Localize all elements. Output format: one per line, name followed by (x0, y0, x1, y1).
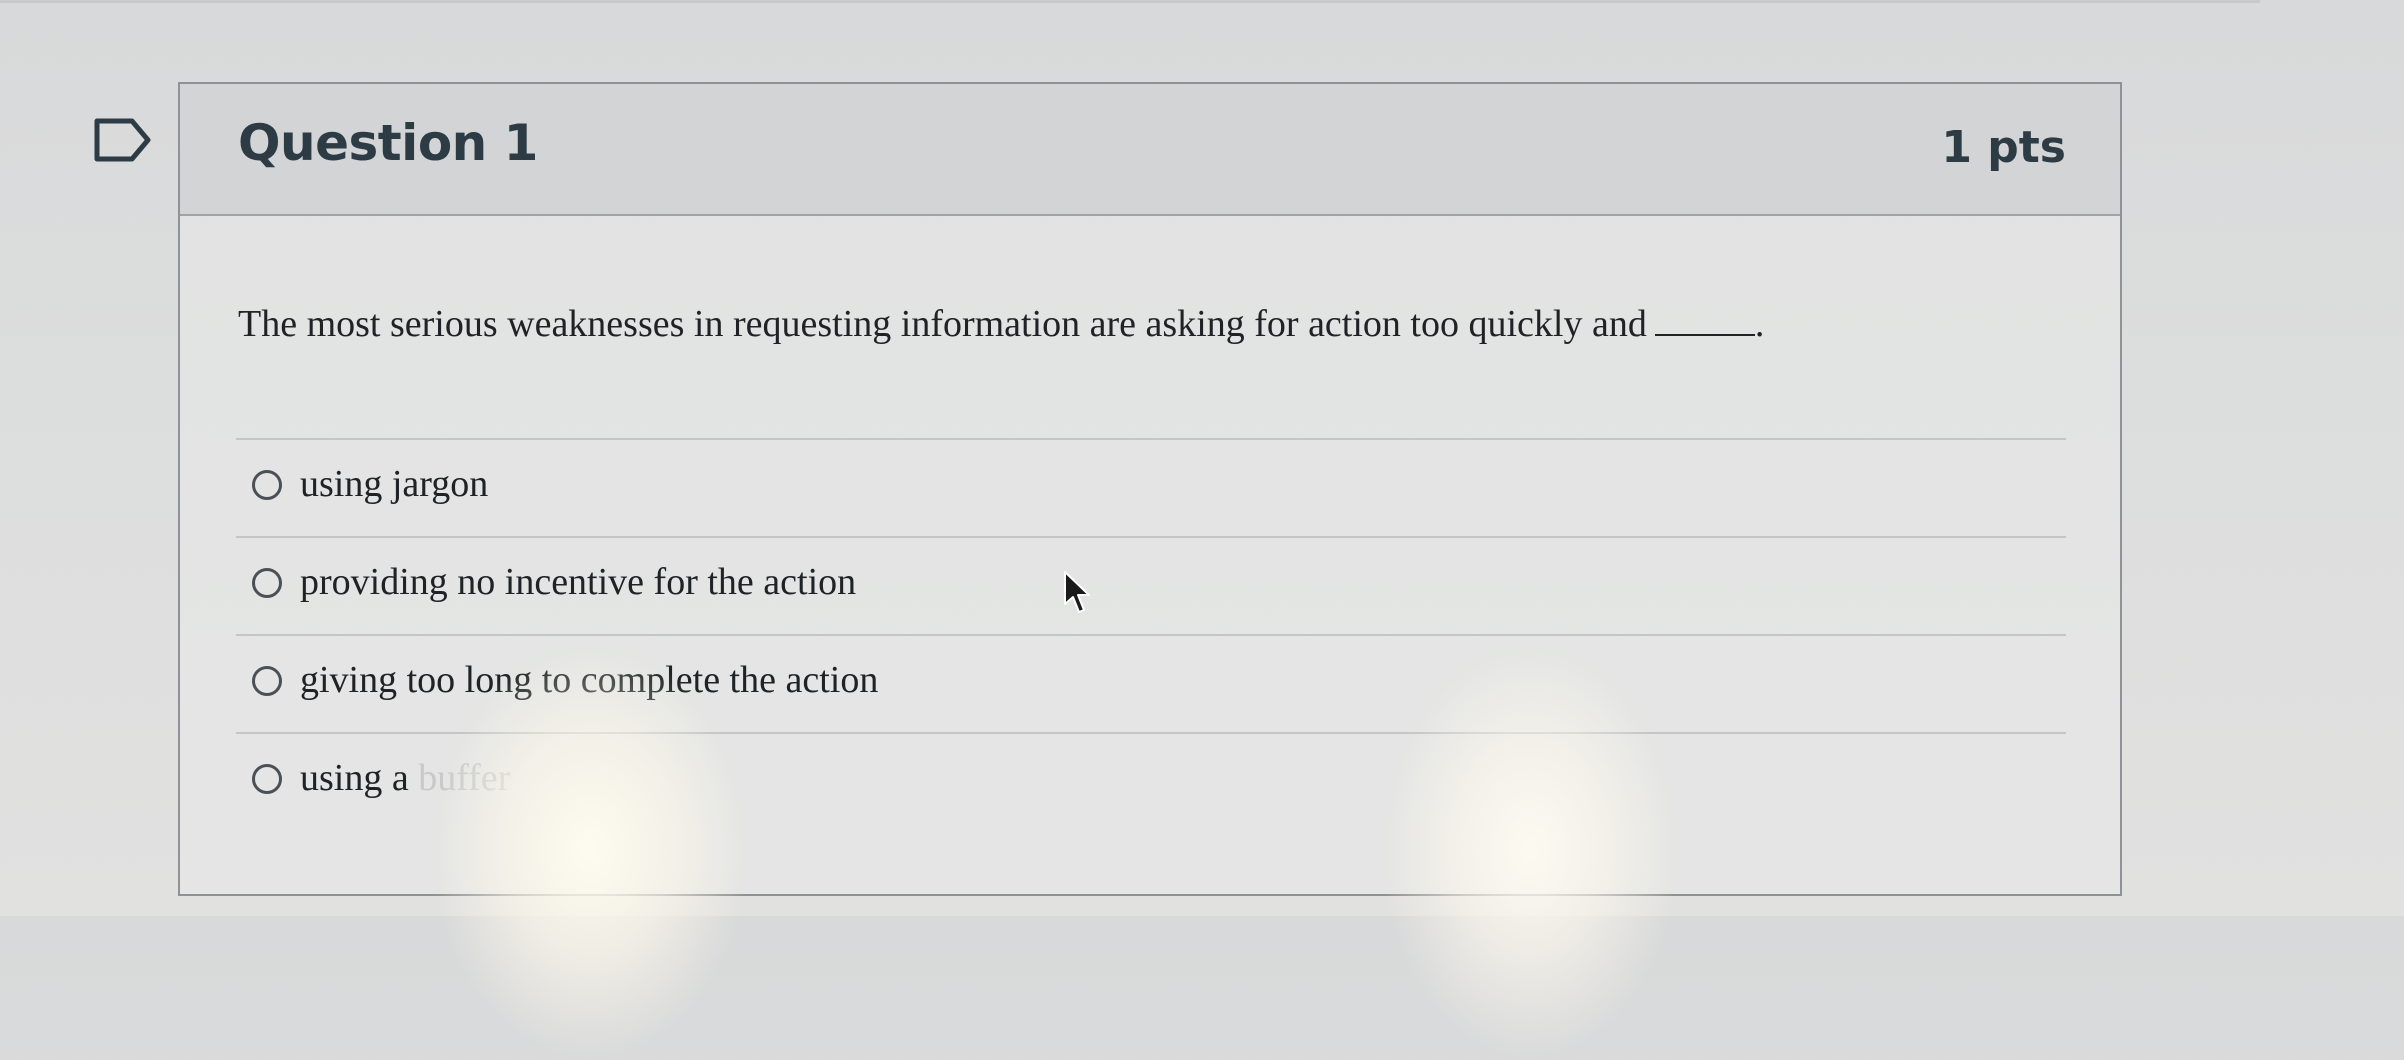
answer-label[interactable]: giving too long to complete the action (300, 658, 878, 702)
question-card: Question 1 1 pts The most serious weakne… (178, 82, 2122, 896)
answer-list: using jargon providing no incentive for … (236, 438, 2066, 832)
answer-option-2[interactable]: providing no incentive for the action (236, 538, 2066, 636)
fill-in-blank (1654, 304, 1755, 336)
question-title: Question 1 (238, 114, 538, 172)
mouse-pointer-icon (1064, 571, 1090, 613)
question-text: The most serious weaknesses in requestin… (238, 302, 1764, 346)
radio-button[interactable] (252, 470, 282, 500)
top-divider (0, 0, 2260, 3)
question-header: Question 1 1 pts (180, 84, 2120, 216)
answer-label[interactable]: using a buffer (300, 756, 510, 800)
answer-option-3[interactable]: giving too long to complete the action (236, 636, 2066, 734)
answer-label[interactable]: using jargon (300, 462, 488, 506)
bookmark-flag-icon[interactable] (94, 118, 152, 162)
radio-button[interactable] (252, 568, 282, 598)
answer-label-visible: using a (300, 757, 419, 799)
radio-button[interactable] (252, 764, 282, 794)
radio-button[interactable] (252, 666, 282, 696)
answer-label[interactable]: providing no incentive for the action (300, 560, 856, 604)
answer-label-faded: buffer (418, 757, 511, 799)
answer-option-1[interactable]: using jargon (236, 440, 2066, 538)
question-period: . (1754, 303, 1765, 345)
question-prompt: The most serious weaknesses in requestin… (238, 303, 1647, 345)
answer-option-4[interactable]: using a buffer (236, 734, 2066, 832)
question-points: 1 pts (1941, 122, 2066, 173)
